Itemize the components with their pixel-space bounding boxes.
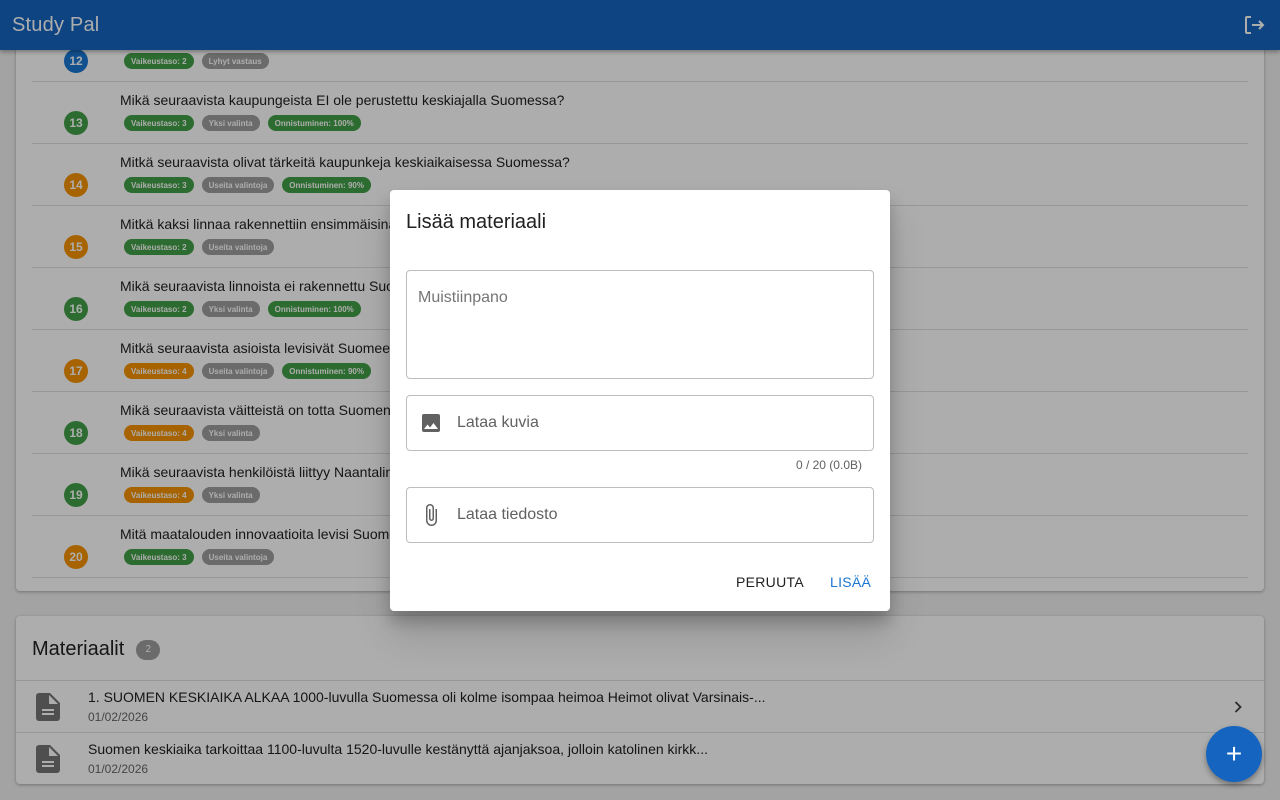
upload-file-label: Lataa tiedosto	[457, 506, 558, 523]
paperclip-icon	[426, 504, 437, 526]
plus-icon: +	[1225, 738, 1243, 769]
upload-images-label: Lataa kuvia	[457, 414, 539, 431]
image-icon	[422, 414, 440, 432]
dialog-title: Lisää materiaali	[406, 211, 547, 233]
upload-file-field[interactable]: Lataa tiedosto	[406, 487, 874, 543]
upload-images-field[interactable]: Lataa kuvia	[406, 395, 874, 451]
image-counter: 0 / 20 (0.0B)	[795, 458, 862, 472]
cancel-button[interactable]: PERUUTA	[736, 574, 804, 590]
add-material-dialog: Lisää materiaali Lataa kuvia 0 / 20 (0.0…	[390, 190, 890, 611]
note-input[interactable]	[406, 270, 874, 379]
add-fab-button[interactable]: +	[1206, 726, 1262, 782]
add-button[interactable]: LISÄÄ	[830, 574, 871, 590]
